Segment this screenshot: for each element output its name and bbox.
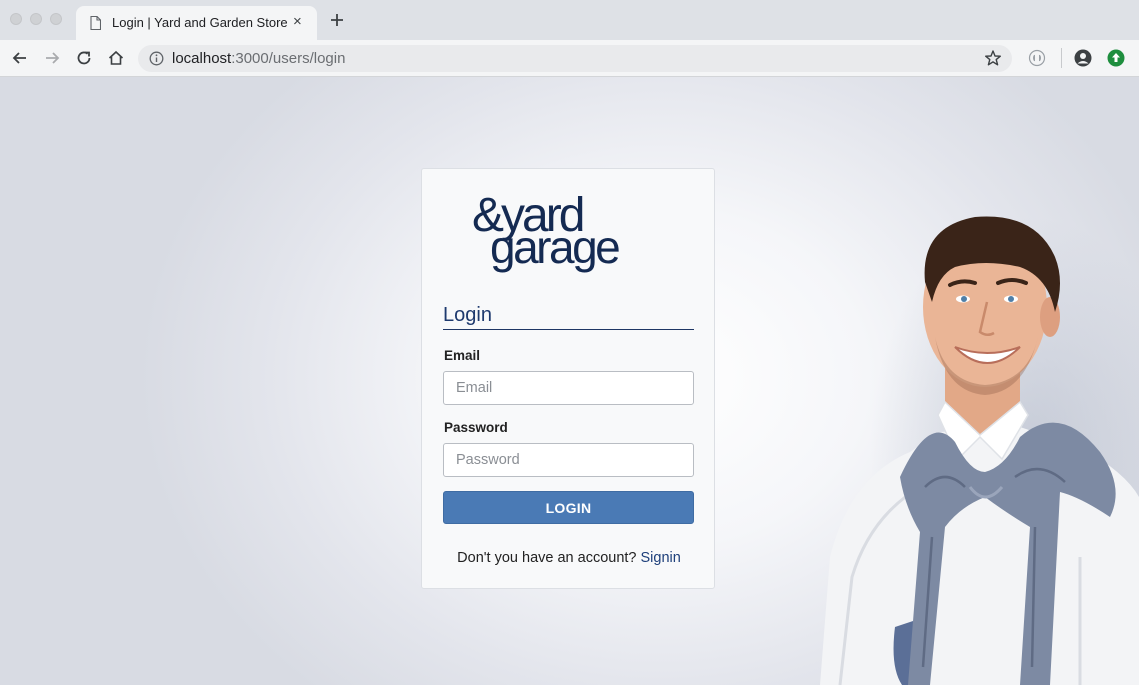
new-tab-icon[interactable] — [328, 11, 346, 29]
smiling-man-image — [820, 216, 1139, 685]
tab-close-icon[interactable]: × — [293, 13, 302, 31]
window-zoom-dot[interactable] — [50, 13, 62, 25]
tab-title: Login | Yard and Garden Store — [112, 15, 288, 30]
signup-prompt-row: Don't you have an account? Signin — [422, 550, 716, 566]
update-icon[interactable] — [1107, 49, 1125, 67]
document-icon — [90, 16, 101, 30]
login-heading: Login — [443, 304, 694, 330]
url-host: localhost — [172, 50, 232, 67]
browser-toolbar: localhost:3000/users/login — [0, 40, 1139, 77]
back-arrow-icon[interactable] — [10, 48, 30, 68]
yard-garage-logo: &yard garage — [472, 189, 622, 273]
window-minimize-dot[interactable] — [30, 13, 42, 25]
profile-icon[interactable] — [1074, 49, 1092, 67]
signin-link[interactable]: Signin — [641, 550, 681, 566]
browser-tab[interactable]: Login | Yard and Garden Store × — [76, 6, 317, 40]
info-icon[interactable] — [149, 51, 164, 66]
extension-icon[interactable] — [1028, 49, 1046, 67]
email-field[interactable] — [443, 371, 694, 405]
logo-line-2: garage — [490, 221, 619, 273]
login-button[interactable]: LOGIN — [443, 491, 694, 524]
signup-prompt-text: Don't you have an account? — [457, 550, 637, 566]
url-path: :3000/users/login — [231, 50, 346, 67]
email-label: Email — [444, 348, 481, 363]
url-text: localhost:3000/users/login — [172, 50, 345, 67]
login-card: &yard garage Login Email Password LOGIN … — [421, 168, 715, 589]
home-icon[interactable] — [106, 48, 126, 68]
password-field[interactable] — [443, 443, 694, 477]
reload-icon[interactable] — [74, 48, 94, 68]
login-page: &yard garage Login Email Password LOGIN … — [0, 77, 1139, 685]
bookmark-star-icon[interactable] — [984, 49, 1002, 67]
password-label: Password — [444, 420, 508, 435]
window-close-dot[interactable] — [10, 13, 22, 25]
browser-tabbar: Login | Yard and Garden Store × — [0, 0, 1139, 40]
forward-arrow-icon[interactable] — [42, 48, 62, 68]
address-bar[interactable]: localhost:3000/users/login — [138, 45, 1012, 72]
toolbar-separator — [1061, 48, 1062, 68]
